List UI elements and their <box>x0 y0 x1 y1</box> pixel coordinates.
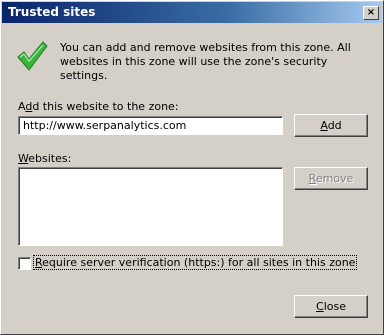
title-bar[interactable]: Trusted sites × <box>2 2 382 23</box>
close-icon: × <box>366 7 376 18</box>
require-https-checkbox[interactable] <box>18 257 31 270</box>
title-close-button[interactable]: × <box>363 6 379 20</box>
add-button[interactable]: Add <box>294 114 368 137</box>
require-https-label[interactable]: Require server verification (https:) for… <box>32 255 358 270</box>
close-button[interactable]: Close <box>294 295 368 318</box>
green-checkmark-icon <box>17 41 48 71</box>
website-url-value: http://www.serpanalytics.com <box>23 119 187 132</box>
websites-label: Websites: <box>18 152 72 165</box>
trusted-sites-dialog: Trusted sites × You can add and remove w… <box>0 0 384 335</box>
remove-button[interactable]: Remove <box>294 167 368 190</box>
websites-list[interactable] <box>18 167 283 246</box>
add-website-label: Add this website to the zone: <box>18 100 179 113</box>
website-url-input[interactable]: http://www.serpanalytics.com <box>18 116 283 135</box>
intro-text: You can add and remove websites from thi… <box>60 41 351 82</box>
window-title: Trusted sites <box>8 5 96 19</box>
